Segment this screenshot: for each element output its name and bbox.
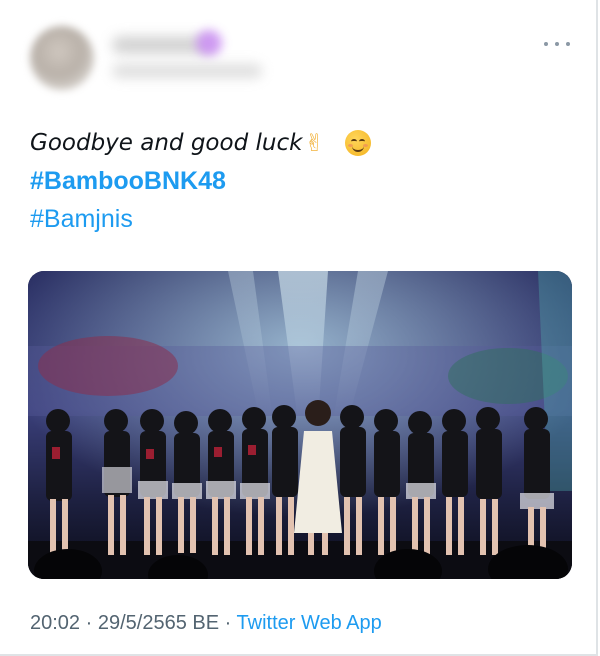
- author-avatar[interactable]: [30, 26, 94, 90]
- tweet-date[interactable]: 29/5/2565 BE: [98, 612, 219, 634]
- more-dot: [544, 42, 548, 46]
- tweet-time[interactable]: 20:02: [30, 612, 80, 634]
- stage-photo-illustration: [28, 271, 572, 579]
- more-horizontal-icon[interactable]: [544, 38, 570, 50]
- tweet-text: Goodbye and good luck ✌ #BambooBNK48 #Ba…: [30, 124, 371, 238]
- author-handle-redacted[interactable]: [112, 64, 262, 78]
- tweet-card: Goodbye and good luck ✌ #BambooBNK48 #Ba…: [0, 0, 598, 656]
- tweet-source-link[interactable]: Twitter Web App: [237, 612, 382, 634]
- victory-hand-icon: ✌: [304, 129, 325, 157]
- more-dot: [555, 42, 559, 46]
- meta-separator: ·: [85, 612, 93, 634]
- tweet-text-content: Goodbye and good luck: [30, 130, 303, 156]
- more-dot: [566, 42, 570, 46]
- smiling-face-icon: [344, 130, 371, 156]
- tweet-meta: 20:02 · 29/5/2565 BE · Twitter Web App: [30, 612, 382, 635]
- author-badge-redacted: [196, 30, 222, 56]
- tweet-photo[interactable]: [28, 271, 572, 579]
- tweet-text-line: Goodbye and good luck ✌: [30, 124, 371, 162]
- hashtag-bamboobnk48[interactable]: #BambooBNK48: [30, 162, 371, 200]
- meta-separator: ·: [224, 612, 232, 634]
- hashtag-bamjnis[interactable]: #Bamjnis: [30, 200, 371, 238]
